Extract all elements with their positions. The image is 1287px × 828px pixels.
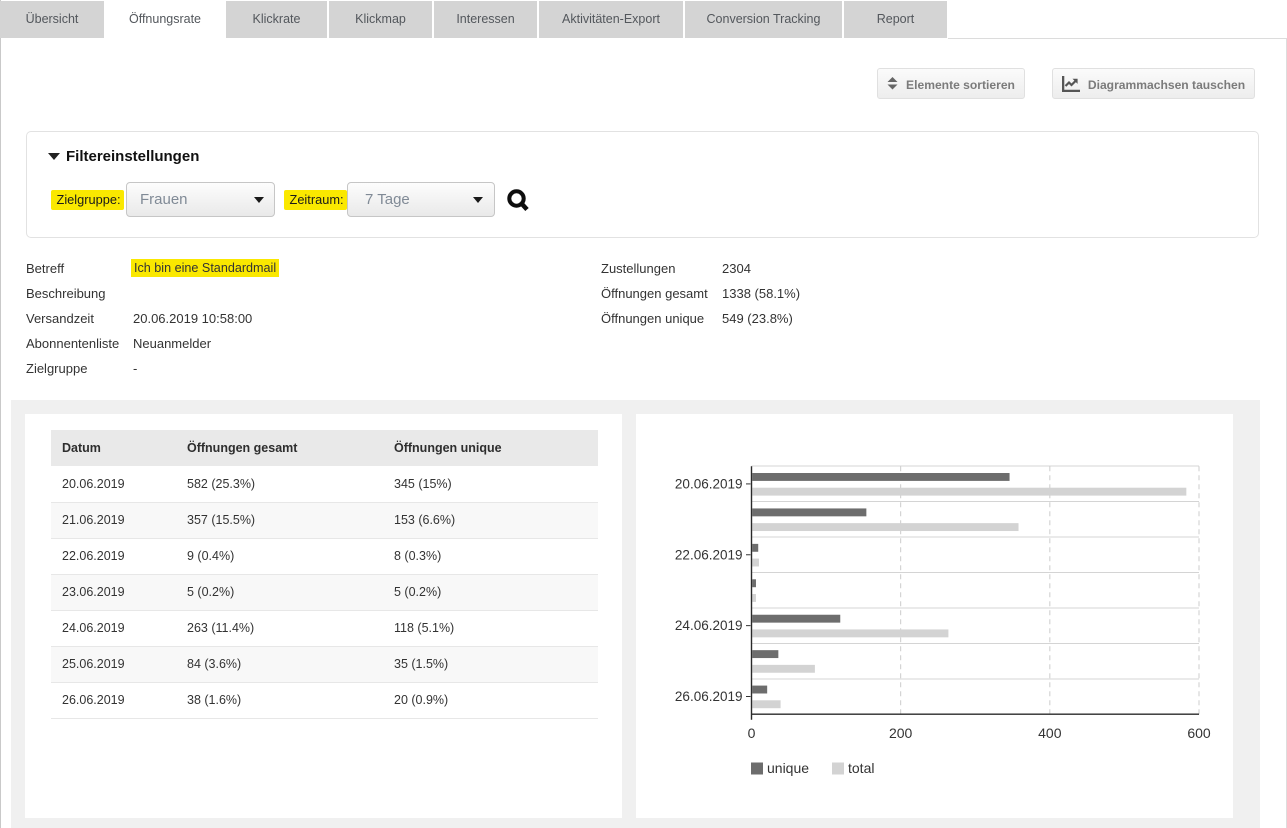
svg-text:200: 200 <box>889 725 913 741</box>
svg-text:24.06.2019: 24.06.2019 <box>675 618 743 633</box>
svg-text:400: 400 <box>1038 725 1062 741</box>
svg-text:0: 0 <box>748 725 756 741</box>
svg-text:unique: unique <box>767 760 809 776</box>
svg-text:26.06.2019: 26.06.2019 <box>675 689 743 704</box>
svg-text:total: total <box>848 760 874 776</box>
svg-text:600: 600 <box>1187 725 1211 741</box>
svg-text:22.06.2019: 22.06.2019 <box>675 547 743 562</box>
svg-text:20.06.2019: 20.06.2019 <box>675 476 743 491</box>
